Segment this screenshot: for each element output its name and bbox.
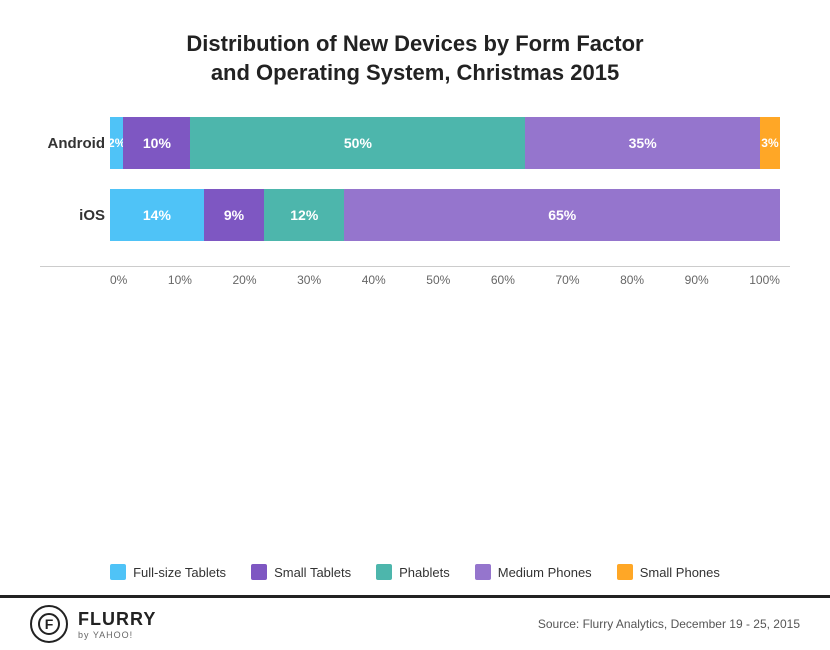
bar-row-ios: iOS14%9%12%65%	[110, 189, 780, 241]
legend-label-phablets: Phablets	[399, 565, 450, 580]
bar-label: iOS	[40, 207, 105, 224]
chart-area: Distribution of New Devices by Form Fact…	[0, 0, 830, 549]
chart-body: Android2%10%50%35%3%iOS14%9%12%65%	[40, 117, 790, 261]
x-tick: 100%	[749, 273, 780, 287]
x-tick: 80%	[620, 273, 644, 287]
legend-label-mediumPhones: Medium Phones	[498, 565, 592, 580]
legend-area: Full-size Tablets Small Tablets Phablets Me…	[0, 549, 830, 595]
legend-label-smallPhones: Small Phones	[640, 565, 720, 580]
segment-phablets: 50%	[190, 117, 525, 169]
legend-item-phablets: Phablets	[376, 564, 450, 580]
x-tick: 0%	[110, 273, 127, 287]
segment-fullSizeTablets: 14%	[110, 189, 204, 241]
legend-item-mediumPhones: Medium Phones	[475, 564, 592, 580]
bar-label: Android	[40, 135, 105, 152]
footer-logo: F FLURRY by YAHOO!	[30, 605, 156, 643]
legend-swatch-mediumPhones	[475, 564, 491, 580]
x-tick: 50%	[426, 273, 450, 287]
x-tick: 40%	[362, 273, 386, 287]
x-tick: 10%	[168, 273, 192, 287]
logo-name: FLURRY	[78, 609, 156, 630]
x-axis: 0% 10% 20% 30% 40% 50% 60% 70% 80% 90% 100%	[40, 266, 790, 287]
segment-smallPhones: 3%	[760, 117, 780, 169]
chart-title: Distribution of New Devices by Form Fact…	[40, 30, 790, 87]
svg-text:F: F	[45, 616, 54, 632]
bar-track: 2%10%50%35%3%	[110, 117, 780, 169]
main-container: Distribution of New Devices by Form Fact…	[0, 0, 830, 650]
legend-item-fullSizeTablets: Full-size Tablets	[110, 564, 226, 580]
x-tick: 90%	[685, 273, 709, 287]
legend-swatch-fullSizeTablets	[110, 564, 126, 580]
legend-swatch-phablets	[376, 564, 392, 580]
bar-track: 14%9%12%65%	[110, 189, 780, 241]
legend-item-smallPhones: Small Phones	[617, 564, 720, 580]
legend-item-smallTablets: Small Tablets	[251, 564, 351, 580]
footer: F FLURRY by YAHOO! Source: Flurry Analyt…	[0, 595, 830, 650]
x-tick: 70%	[555, 273, 579, 287]
legend-label-smallTablets: Small Tablets	[274, 565, 351, 580]
x-tick: 20%	[233, 273, 257, 287]
logo-text: FLURRY by YAHOO!	[78, 609, 156, 640]
segment-fullSizeTablets: 2%	[110, 117, 123, 169]
legend-swatch-smallPhones	[617, 564, 633, 580]
bar-row-android: Android2%10%50%35%3%	[110, 117, 780, 169]
legend-label-fullSizeTablets: Full-size Tablets	[133, 565, 226, 580]
x-axis-ticks: 0% 10% 20% 30% 40% 50% 60% 70% 80% 90% 100%	[110, 267, 780, 287]
segment-phablets: 12%	[264, 189, 344, 241]
segment-mediumPhones: 65%	[344, 189, 780, 241]
x-tick: 60%	[491, 273, 515, 287]
x-tick: 30%	[297, 273, 321, 287]
segment-smallTablets: 9%	[204, 189, 264, 241]
source-text: Source: Flurry Analytics, December 19 - …	[538, 617, 800, 631]
logo-icon: F	[30, 605, 68, 643]
logo-sub: by YAHOO!	[78, 630, 156, 640]
segment-mediumPhones: 35%	[525, 117, 760, 169]
segment-smallTablets: 10%	[123, 117, 190, 169]
legend-swatch-smallTablets	[251, 564, 267, 580]
